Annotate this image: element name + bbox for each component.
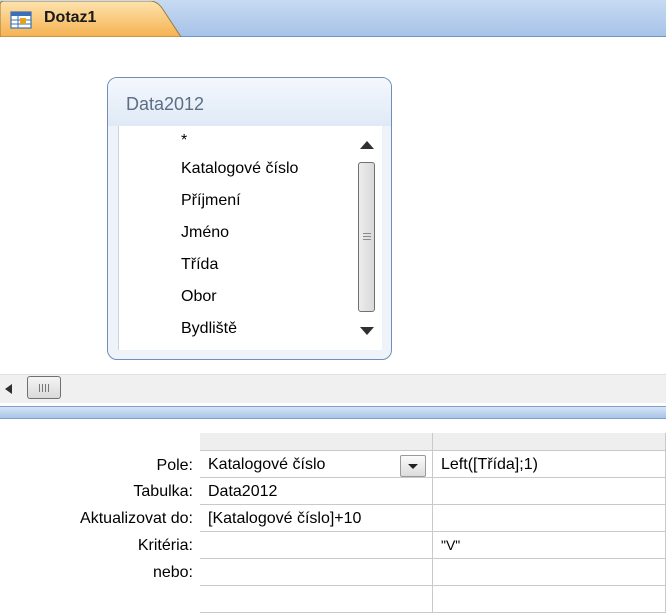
column-selector-1[interactable] xyxy=(200,433,433,451)
horizontal-scroll-thumb[interactable] xyxy=(27,376,61,399)
field-item-obor[interactable]: Obor xyxy=(181,288,217,306)
field-item-jmeno[interactable]: Jméno xyxy=(181,224,229,242)
row-label-field: Pole: xyxy=(156,457,193,474)
field-list-scrollbar[interactable] xyxy=(354,126,382,350)
scroll-down-icon[interactable] xyxy=(354,320,382,342)
column-selector-2[interactable] xyxy=(433,433,666,451)
field-item-prijmeni[interactable]: Příjmení xyxy=(181,192,241,210)
field-item-all[interactable]: * xyxy=(181,132,187,150)
chevron-down-icon xyxy=(408,464,418,469)
field-item-katalogove-cislo[interactable]: Katalogové číslo xyxy=(181,160,298,178)
cell-blank-1[interactable] xyxy=(200,586,433,613)
pane-splitter[interactable] xyxy=(0,406,666,419)
query-design-grid: Pole: Tabulka: Aktualizovat do: Kritéria… xyxy=(0,419,666,613)
tab-label: Dotaz1 xyxy=(44,9,97,26)
field-item-trida[interactable]: Třída xyxy=(181,256,218,274)
document-tab-bar: Dotaz1 xyxy=(0,0,666,37)
scroll-up-icon[interactable] xyxy=(354,134,382,156)
cell-field-1[interactable]: Katalogové číslo xyxy=(200,451,433,478)
table-field-list-box[interactable]: Data2012 * Katalogové číslo Příjmení Jmé… xyxy=(107,77,392,360)
cell-blank-2[interactable] xyxy=(433,586,666,613)
cell-or-2[interactable] xyxy=(433,559,666,586)
cell-update-to-1[interactable]: [Katalogové číslo]+10 xyxy=(200,505,433,532)
cell-table-1[interactable]: Data2012 xyxy=(200,478,433,505)
cell-criteria-2[interactable]: "V" xyxy=(433,532,666,559)
row-label-criteria: Kritéria: xyxy=(137,537,193,554)
cell-table-2[interactable] xyxy=(433,478,666,505)
scroll-left-icon[interactable] xyxy=(2,382,16,396)
cell-criteria-1[interactable] xyxy=(200,532,433,559)
scroll-thumb[interactable] xyxy=(358,162,375,312)
tab-dotaz1[interactable]: Dotaz1 xyxy=(0,1,182,37)
cell-update-to-2[interactable] xyxy=(433,505,666,532)
table-title: Data2012 xyxy=(126,94,205,114)
cell-field-2[interactable]: Left([Třída];1) xyxy=(433,451,666,478)
cell-or-1[interactable] xyxy=(200,559,433,586)
row-label-table: Tabulka: xyxy=(133,483,193,500)
field-item-bydliste[interactable]: Bydliště xyxy=(181,320,237,338)
query-icon xyxy=(10,11,32,29)
field-dropdown-button[interactable] xyxy=(400,455,426,477)
table-title-bar[interactable]: Data2012 xyxy=(108,78,391,126)
row-label-or: nebo: xyxy=(152,564,193,581)
design-horizontal-scrollbar[interactable] xyxy=(0,374,666,403)
row-label-update-to: Aktualizovat do: xyxy=(80,510,193,527)
field-list: * Katalogové číslo Příjmení Jméno Třída … xyxy=(118,126,354,350)
